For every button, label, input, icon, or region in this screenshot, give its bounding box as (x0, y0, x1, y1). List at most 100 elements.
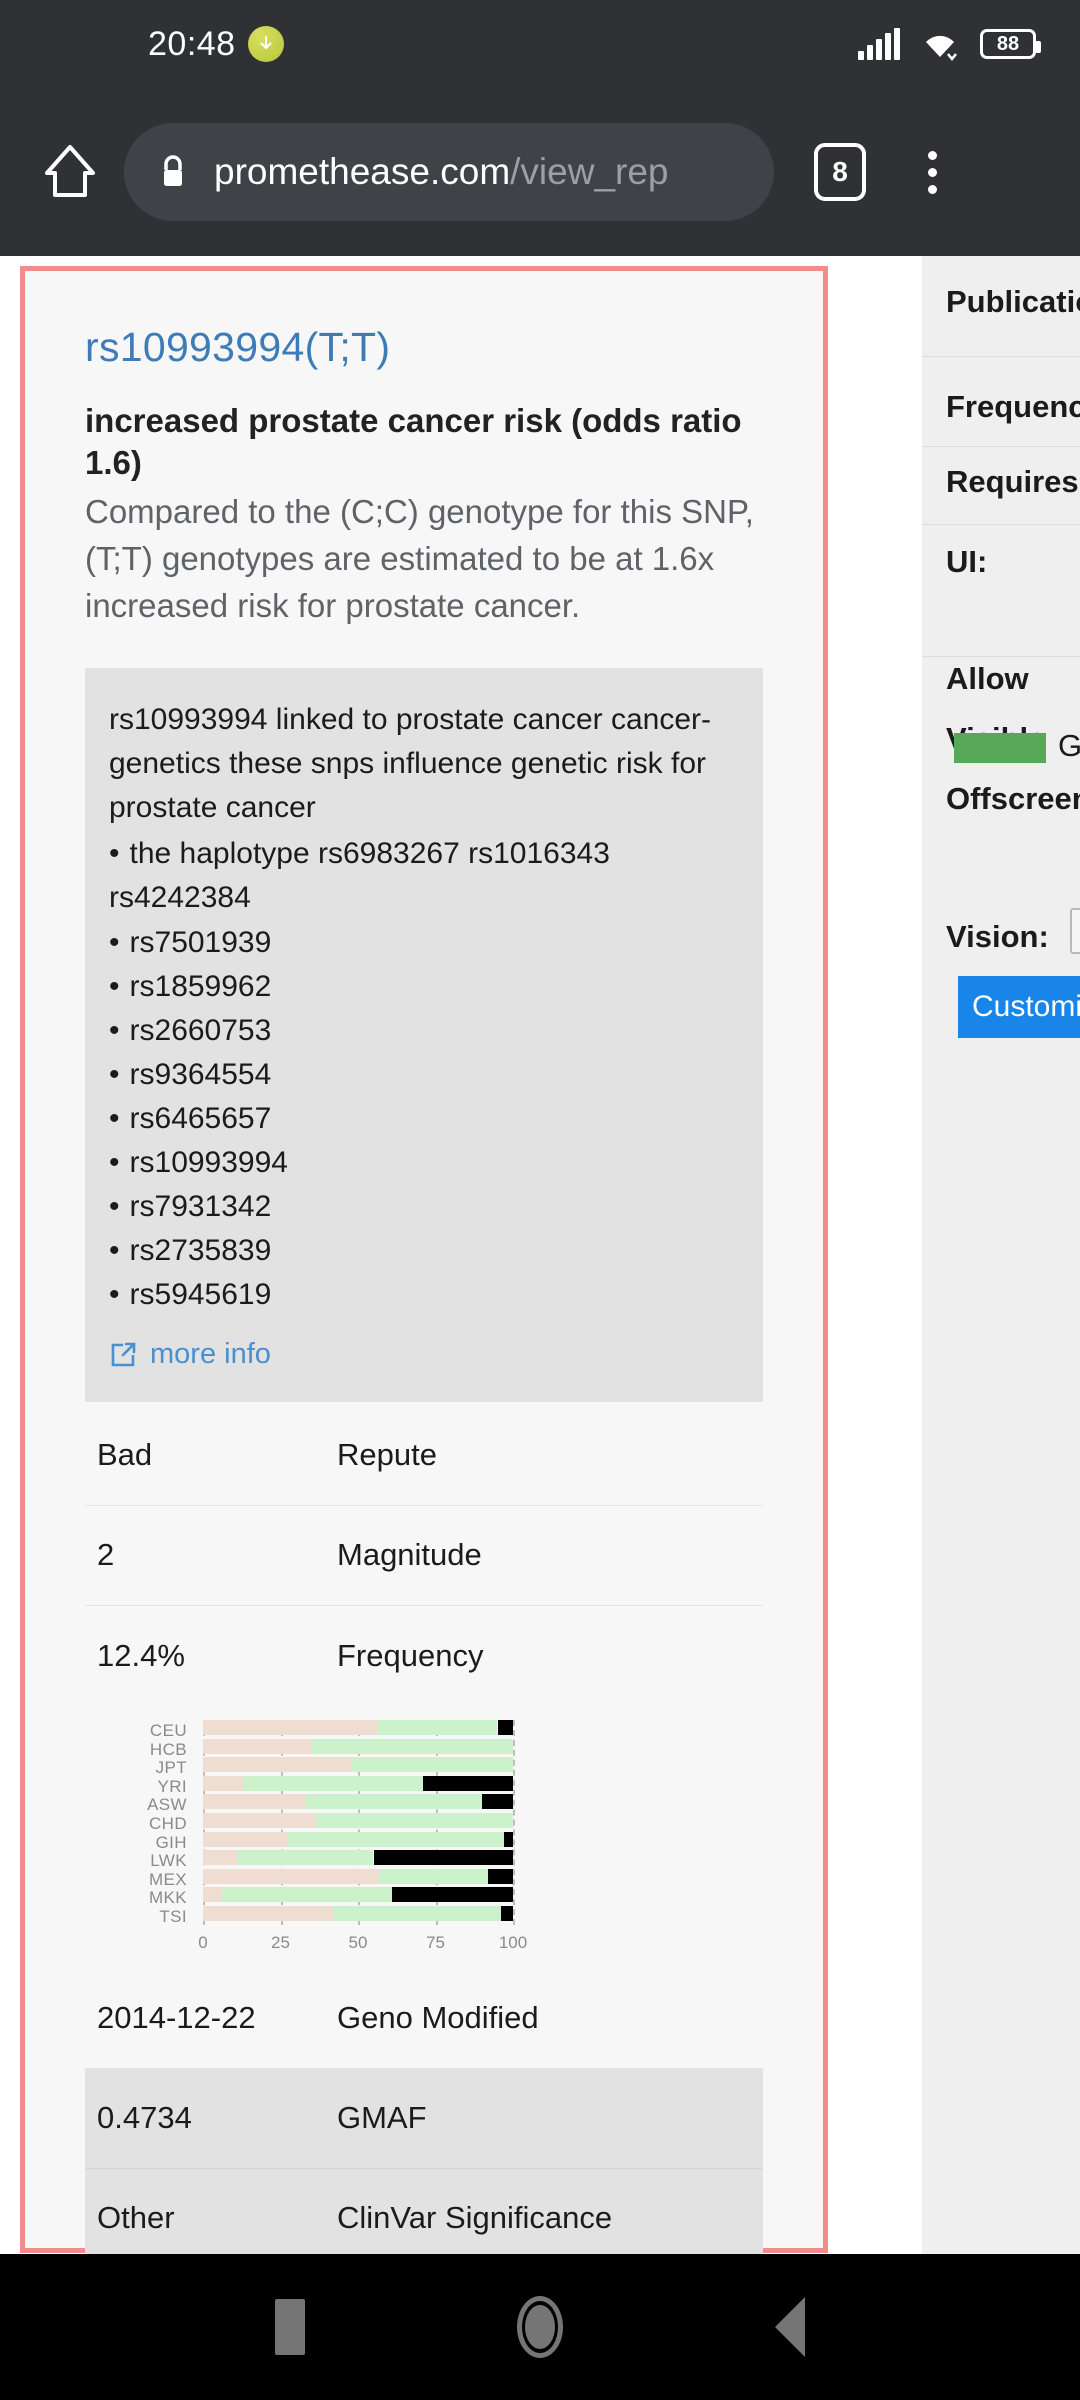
info-lead-text: rs10993994 linked to prostate cancer can… (109, 703, 712, 825)
chart-x-tick-label: 0 (198, 1932, 208, 1952)
chart-bar-segment (351, 1757, 513, 1773)
vision-select[interactable]: N (1070, 908, 1080, 954)
table-row: 2014-12-22 Geno Modified (85, 1969, 763, 2069)
side-panel-row-requires[interactable]: Requires (922, 464, 1080, 500)
snp-id: rs10993994 (129, 1145, 288, 1179)
chart-bar-segment (243, 1775, 424, 1791)
chart-category-label: CHD (148, 1813, 187, 1833)
chart-bar-segment (203, 1868, 380, 1884)
side-panel-row-publications[interactable]: Publications (922, 284, 1080, 320)
chart-bar-segment (392, 1887, 513, 1903)
chart-bar-segment (203, 1850, 238, 1866)
list-item: • rs2735839 (109, 1234, 272, 1268)
table-row: 12.4% Frequency (85, 1606, 763, 1706)
url-bar[interactable]: promethease.com/view_rep (124, 123, 774, 221)
chart-bar-segment (305, 1794, 482, 1810)
table-row: Bad Repute (85, 1406, 763, 1506)
tab-counter-button[interactable]: 8 (814, 143, 866, 201)
divider (922, 524, 1080, 525)
list-item: • rs1859962 (109, 969, 272, 1003)
more-info-link[interactable]: more info (109, 1333, 739, 1376)
back-triangle-icon[interactable] (775, 2297, 805, 2357)
population-frequency-chart: 0 25 50 75 100 CEU HCB JPT YRI ASW CHD GIH LWK MEX MKK… (85, 1714, 763, 1959)
recents-square-icon[interactable] (275, 2299, 305, 2355)
color-swatch-good[interactable] (954, 733, 1046, 763)
web-page-viewport[interactable]: Publications Frequency Requires UI: Allo… (0, 256, 1080, 2254)
snp-list: • the haplotype rs6983267 rs1016343 rs424… (109, 832, 739, 1317)
overflow-menu-icon[interactable] (902, 136, 962, 208)
customize-button[interactable]: Customize (958, 976, 1080, 1038)
vision-label: Vision: (946, 919, 1049, 954)
attr-value: Bad (97, 1437, 153, 1473)
table-row: Other ClinVar Significance (85, 2168, 763, 2254)
more-info-label: more info (150, 1338, 271, 1371)
attr-value: 0.4734 (97, 2100, 192, 2136)
snp-id: rs7501939 (129, 925, 272, 959)
chart-bar-segment (379, 1868, 489, 1884)
snp-description: Compared to the (C;C) genotype for this … (85, 493, 754, 625)
chart-bar-segment (500, 1905, 513, 1921)
list-item: • rs9364554 (109, 1057, 272, 1091)
list-item: • rs10993994 (109, 1145, 288, 1179)
url-path: /view_rep (510, 151, 669, 192)
chart-plot-area: 0 25 50 75 100 (198, 1719, 527, 1952)
attribute-table-top: Bad Repute 2 Magnitude 12.4% Frequency (85, 1406, 763, 1706)
chart-bar-segment (482, 1794, 513, 1810)
snp-id: rs2660753 (129, 1013, 272, 1047)
chart-bar-segment (497, 1719, 513, 1735)
home-icon[interactable] (34, 136, 106, 208)
status-clock: 20:48 (148, 24, 236, 63)
battery-level: 88 (996, 32, 1020, 55)
chart-category-label: CEU (149, 1720, 187, 1740)
snp-id: rs9364554 (129, 1057, 272, 1091)
snp-info-box: rs10993994 linked to prostate cancer can… (85, 668, 763, 1402)
chart-bar-segment (203, 1812, 315, 1828)
chart-bar-segment (333, 1905, 501, 1921)
snp-id: rs6465657 (129, 1101, 272, 1135)
attr-value: 2014-12-22 (97, 2000, 256, 2036)
list-item: • rs6465657 (109, 1101, 272, 1135)
color-swatch-label: G (1058, 728, 1080, 763)
chart-bar-segment (376, 1719, 498, 1735)
tab-count: 8 (832, 156, 848, 187)
browser-toolbar: promethease.com/view_rep 8 (0, 88, 1080, 256)
chart-category-label: GIH (155, 1832, 187, 1852)
side-panel-row-frequency[interactable]: Frequency (922, 389, 1080, 425)
list-item: • rs7931342 (109, 1190, 272, 1224)
attr-key: GMAF (337, 2100, 427, 2136)
side-panel-row-ui[interactable]: UI: (922, 544, 1080, 580)
chart-bar-segment (488, 1868, 513, 1884)
snp-id: rs7931342 (129, 1190, 272, 1224)
attr-key: Geno Modified (337, 2000, 539, 2036)
attribute-table-bottom: 2014-12-22 Geno Modified 0.4734 GMAF Oth… (85, 1969, 763, 2254)
snp-title-link[interactable]: rs10993994(T;T) (85, 271, 763, 371)
haplotype-text: the haplotype rs6983267 rs1016343 rs4242… (109, 837, 610, 915)
divider (922, 356, 1080, 357)
chart-gridline (513, 1719, 515, 1925)
external-link-icon (111, 1342, 136, 1366)
snp-id: rs5945619 (129, 1278, 272, 1312)
url-text: promethease.com/view_rep (214, 151, 669, 193)
chart-bar-segment (203, 1738, 312, 1754)
chart-x-tick-label: 50 (348, 1932, 368, 1952)
wifi-icon (926, 35, 957, 61)
snp-summary: increased prostate cancer risk (odds rat… (85, 402, 742, 482)
chart-bar-segment (503, 1831, 513, 1847)
table-row: 2 Magnitude (85, 1506, 763, 1606)
side-panel-row-offscreen[interactable]: Offscreen (922, 781, 1080, 817)
home-circle-icon[interactable] (517, 2296, 563, 2358)
snp-id: rs2735839 (129, 1234, 272, 1268)
settings-side-panel[interactable]: Publications Frequency Requires UI: Allo… (922, 256, 1080, 2254)
attr-value: Other (97, 2200, 175, 2236)
chart-bar-segment (286, 1831, 504, 1847)
attr-value: 2 (97, 1537, 115, 1573)
chart-category-label: ASW (147, 1795, 187, 1815)
chart-bar-segment (203, 1905, 334, 1921)
chart-bar-segment (423, 1775, 513, 1791)
chart-bar-segment (203, 1757, 352, 1773)
divider (922, 656, 1080, 657)
status-bar-right: 88 (858, 27, 1041, 61)
attr-value: 12.4% (97, 1637, 185, 1673)
chart-category-label: LWK (150, 1851, 187, 1871)
side-panel-row-allow[interactable]: Allow (922, 661, 1080, 697)
